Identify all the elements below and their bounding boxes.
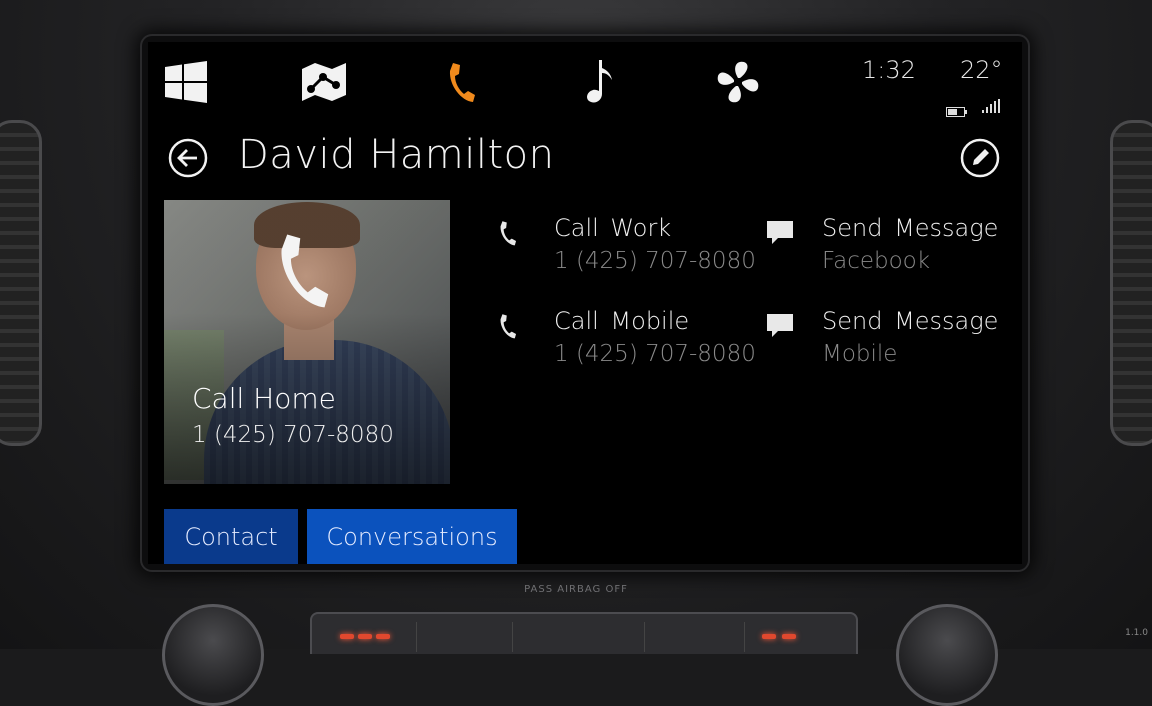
phone-icon	[498, 313, 518, 343]
right-knob[interactable]	[896, 604, 998, 706]
console-led	[782, 634, 796, 639]
message-icon	[766, 220, 794, 250]
action-label: Call Work	[554, 214, 672, 242]
tab-conversations[interactable]: Conversations	[307, 509, 517, 564]
console-led	[358, 634, 372, 639]
phone-icon	[276, 228, 332, 316]
version-label: 1.1.0	[1125, 628, 1148, 638]
phone-icon[interactable]	[440, 60, 484, 104]
hazard-button[interactable]	[512, 622, 645, 652]
console-led	[340, 634, 354, 639]
tab-contact[interactable]: Contact	[164, 509, 298, 564]
fan-icon[interactable]	[716, 60, 760, 104]
action-detail: Mobile	[822, 341, 898, 367]
music-icon[interactable]	[578, 60, 622, 104]
action-label: Send Message	[822, 307, 999, 335]
call-home-label: Call Home	[192, 382, 336, 415]
signal-icon	[982, 98, 1000, 117]
windows-icon[interactable]	[164, 60, 208, 104]
back-button[interactable]	[168, 138, 208, 178]
call-mobile-action[interactable]: Call Mobile 1 (425) 707-8080	[498, 307, 756, 377]
pencil-icon	[960, 138, 1000, 178]
message-icon	[766, 313, 794, 343]
map-icon[interactable]	[302, 60, 346, 104]
left-knob[interactable]	[162, 604, 264, 706]
edit-button[interactable]	[960, 138, 1000, 178]
temperature: 22°	[960, 56, 1003, 84]
call-work-action[interactable]: Call Work 1 (425) 707-8080	[498, 214, 756, 284]
page-title: David Hamilton	[238, 132, 555, 178]
call-home-number: 1 (425) 707-8080	[192, 422, 394, 448]
send-message-facebook-action[interactable]: Send Message Facebook	[766, 214, 1016, 284]
airbag-indicator: PASS AIRBAG OFF	[524, 584, 628, 595]
console-button-4[interactable]	[644, 622, 745, 652]
console-button-2[interactable]	[416, 622, 513, 652]
console-led	[376, 634, 390, 639]
action-detail: Facebook	[822, 248, 931, 274]
action-detail: 1 (425) 707-8080	[554, 248, 756, 274]
phone-icon	[498, 220, 518, 250]
right-air-vent	[1110, 120, 1152, 446]
infotainment-screen: 1:32 22° David Hamilton Call Home 1 (425…	[148, 42, 1022, 564]
left-air-vent	[0, 120, 42, 446]
send-message-mobile-action[interactable]: Send Message Mobile	[766, 307, 1016, 377]
call-home-tile[interactable]: Call Home 1 (425) 707-8080	[164, 200, 450, 484]
battery-icon	[946, 102, 968, 121]
action-label: Call Mobile	[554, 307, 690, 335]
console-buttons	[310, 612, 858, 654]
console-led	[762, 634, 776, 639]
action-detail: 1 (425) 707-8080	[554, 341, 756, 367]
clock: 1:32	[862, 56, 916, 84]
back-arrow-icon	[168, 138, 208, 178]
action-label: Send Message	[822, 214, 999, 242]
